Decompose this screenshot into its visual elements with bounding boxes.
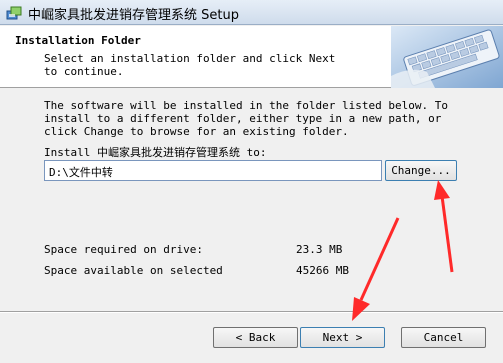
page-title: Installation Folder <box>15 34 141 47</box>
space-available-value: 45266 MB <box>296 264 349 277</box>
page-subtitle: Select an installation folder and click … <box>44 52 336 78</box>
window-title: 中崛家具批发进销存管理系统 Setup <box>28 8 239 23</box>
installer-icon <box>6 6 22 20</box>
title-bar: 中崛家具批发进销存管理系统 Setup <box>0 0 503 25</box>
back-button[interactable]: < Back <box>213 327 298 348</box>
footer-separator <box>0 311 503 313</box>
keyboard-graphic <box>391 26 503 88</box>
change-button[interactable]: Change... <box>385 160 457 181</box>
next-button[interactable]: Next > <box>300 327 385 348</box>
install-description: The software will be installed in the fo… <box>44 99 448 138</box>
space-required-value: 23.3 MB <box>296 243 343 256</box>
main-content: The software will be installed in the fo… <box>0 89 503 309</box>
install-path-field[interactable]: D:\文件中转 <box>44 160 382 181</box>
cancel-button[interactable]: Cancel <box>401 327 486 348</box>
space-required-label: Space required on drive: <box>44 243 203 256</box>
install-label: Install 中崛家具批发进销存管理系统 to: <box>44 146 267 159</box>
header-banner: Installation Folder Select an installati… <box>0 26 503 88</box>
space-available-label: Space available on selected <box>44 264 223 277</box>
